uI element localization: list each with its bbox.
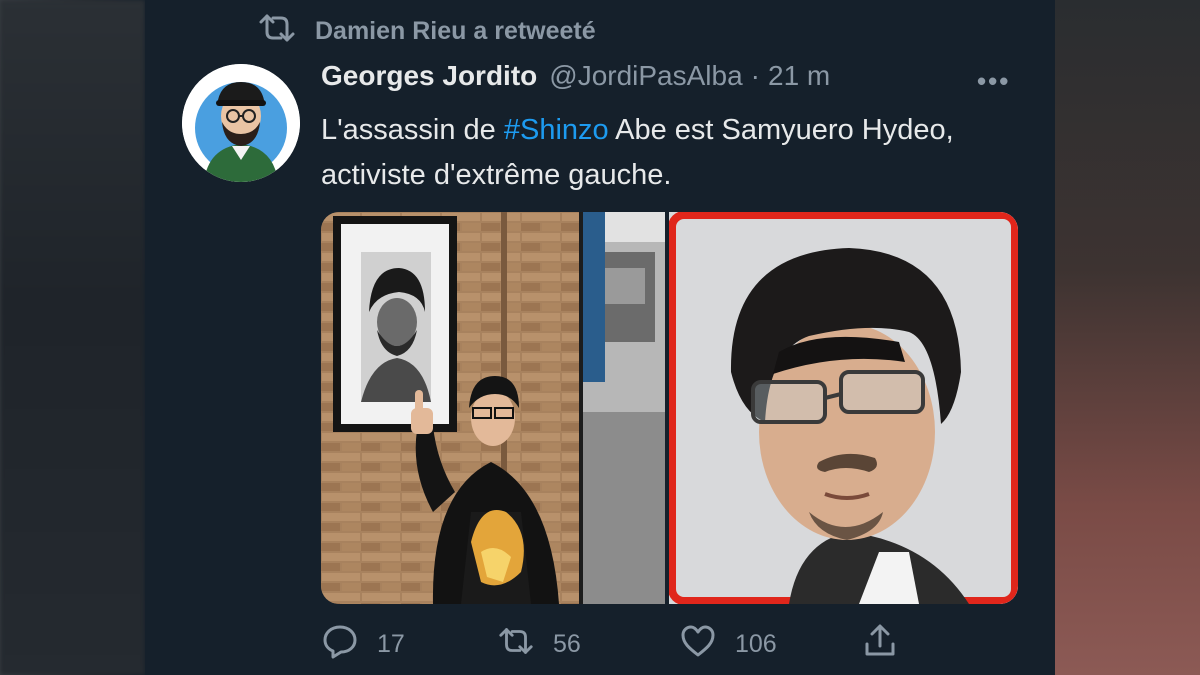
photo-man-with-glasses <box>669 212 1018 604</box>
avatar[interactable] <box>182 64 300 182</box>
tweet-media[interactable] <box>321 212 1018 604</box>
retweet-icon <box>497 622 535 667</box>
reply-button[interactable]: 17 <box>321 622 405 667</box>
media-photo-right[interactable] <box>669 212 1018 604</box>
blurred-background-left <box>0 0 145 675</box>
tweet-header: Georges Jordito @JordiPasAlba · 21 m <box>321 60 830 92</box>
retweet-banner: Damien Rieu a retweeté <box>257 12 596 51</box>
retweet-banner-text[interactable]: Damien Rieu a retweeté <box>315 17 596 46</box>
share-button[interactable] <box>861 622 899 667</box>
media-photo-left[interactable] <box>321 212 665 604</box>
tweet-actions: 17 56 106 <box>321 622 1021 666</box>
heart-icon <box>679 622 717 667</box>
retweet-icon <box>257 12 297 51</box>
share-icon <box>861 622 899 667</box>
author-handle[interactable]: @JordiPasAlba <box>549 60 742 92</box>
like-button[interactable]: 106 <box>679 622 777 667</box>
like-count: 106 <box>735 630 777 658</box>
tweet-text-part: L'assassin de <box>321 114 504 146</box>
tweet-text: L'assassin de #Shinzo Abe est Samyuero H… <box>321 108 1021 198</box>
header-separator: · <box>750 60 760 91</box>
blurred-background-right <box>1055 0 1200 675</box>
screenshot-stage: Damien Rieu a retweeté Georges Jordito @… <box>0 0 1200 675</box>
retweet-count: 56 <box>553 630 581 658</box>
hashtag-link[interactable]: #Shinzo <box>504 114 609 146</box>
tweet-timestamp[interactable]: 21 m <box>768 60 830 92</box>
reply-count: 17 <box>377 630 405 658</box>
tweet-card[interactable]: Damien Rieu a retweeté Georges Jordito @… <box>145 0 1055 675</box>
reply-icon <box>321 622 359 667</box>
author-name[interactable]: Georges Jordito <box>321 60 537 92</box>
photo-man-under-portrait <box>321 212 665 604</box>
retweet-button[interactable]: 56 <box>497 622 581 667</box>
more-options-icon[interactable]: ••• <box>977 66 1010 97</box>
